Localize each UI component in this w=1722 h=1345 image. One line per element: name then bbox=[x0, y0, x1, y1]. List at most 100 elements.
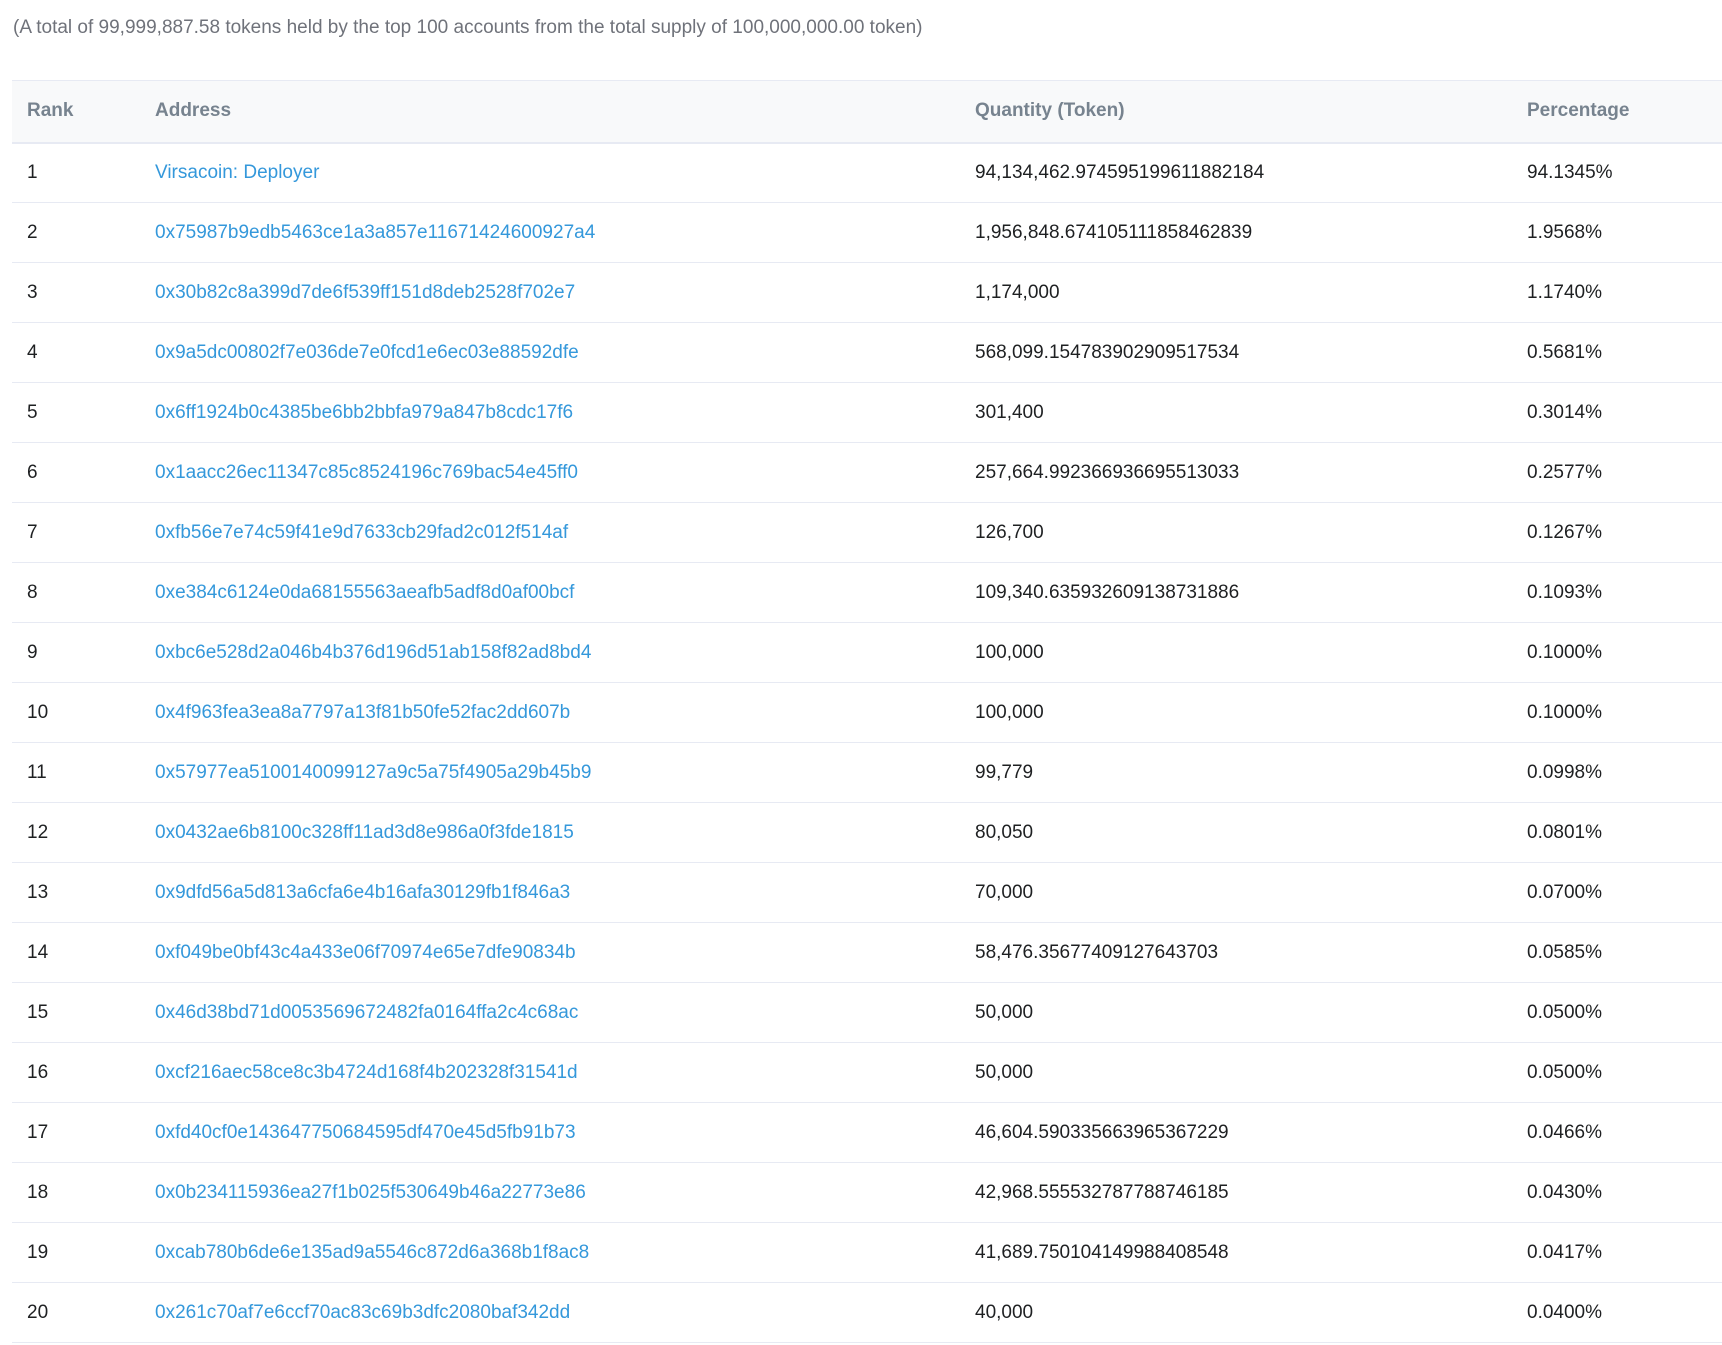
table-header: Rank Address Quantity (Token) Percentage bbox=[12, 80, 1722, 144]
holder-address-link[interactable]: 0x75987b9edb5463ce1a3a857e11671424600927… bbox=[155, 222, 595, 243]
table-row: 14 0xf049be0bf43c4a433e06f70974e65e7dfe90… bbox=[12, 922, 1722, 983]
percentage-cell: 0.0430% bbox=[1512, 1162, 1722, 1223]
quantity-cell: 100,000 bbox=[960, 682, 1512, 743]
address-cell: 0xe384c6124e0da68155563aeafb5adf8d0af00b… bbox=[140, 562, 960, 623]
address-cell: 0x57977ea5100140099127a9c5a75f4905a29b45… bbox=[140, 742, 960, 803]
percentage-cell: 0.0801% bbox=[1512, 802, 1722, 863]
holder-address-link[interactable]: 0x30b82c8a399d7de6f539ff151d8deb2528f702… bbox=[155, 282, 575, 303]
quantity-cell: 100,000 bbox=[960, 622, 1512, 683]
quantity-cell: 126,700 bbox=[960, 502, 1512, 563]
quantity-cell: 50,000 bbox=[960, 1042, 1512, 1103]
rank-column-header: Rank bbox=[12, 80, 140, 144]
percentage-cell: 0.0417% bbox=[1512, 1222, 1722, 1283]
holder-address-link[interactable]: 0x9a5dc00802f7e036de7e0fcd1e6ec03e88592d… bbox=[155, 342, 579, 363]
token-holders-table: Rank Address Quantity (Token) Percentage… bbox=[12, 80, 1722, 1343]
rank-cell: 18 bbox=[12, 1162, 140, 1223]
table-row: 4 0x9a5dc00802f7e036de7e0fcd1e6ec03e88592… bbox=[12, 322, 1722, 383]
holder-address-link[interactable]: 0xfd40cf0e143647750684595df470e45d5fb91b… bbox=[155, 1122, 576, 1143]
holder-address-link[interactable]: 0x6ff1924b0c4385be6bb2bbfa979a847b8cdc17… bbox=[155, 402, 573, 423]
quantity-cell: 109,340.635932609138731886 bbox=[960, 562, 1512, 623]
table-row: 5 0x6ff1924b0c4385be6bb2bbfa979a847b8cdc1… bbox=[12, 382, 1722, 443]
address-cell: Virsacoin: Deployer bbox=[140, 142, 960, 203]
table-row: 9 0xbc6e528d2a046b4b376d196d51ab158f82ad8… bbox=[12, 622, 1722, 683]
quantity-column-header: Quantity (Token) bbox=[960, 80, 1512, 144]
quantity-cell: 1,956,848.674105111858462839 bbox=[960, 202, 1512, 263]
table-body: 1 Virsacoin: Deployer 94,134,462.974595199… bbox=[12, 142, 1722, 1343]
holder-address-link[interactable]: Virsacoin: Deployer bbox=[155, 162, 319, 183]
address-cell: 0x46d38bd71d0053569672482fa0164ffa2c4c68… bbox=[140, 982, 960, 1043]
holder-address-link[interactable]: 0x0432ae6b8100c328ff11ad3d8e986a0f3fde18… bbox=[155, 822, 574, 843]
rank-cell: 9 bbox=[12, 622, 140, 683]
table-row: 6 0x1aacc26ec11347c85c8524196c769bac54e45… bbox=[12, 442, 1722, 503]
quantity-cell: 46,604.590335663965367229 bbox=[960, 1102, 1512, 1163]
holder-address-link[interactable]: 0xfb56e7e74c59f41e9d7633cb29fad2c012f514… bbox=[155, 522, 568, 543]
percentage-cell: 0.3014% bbox=[1512, 382, 1722, 443]
percentage-cell: 1.1740% bbox=[1512, 262, 1722, 323]
quantity-cell: 58,476.35677409127643703 bbox=[960, 922, 1512, 983]
address-column-header: Address bbox=[140, 80, 960, 144]
holder-address-link[interactable]: 0x0b234115936ea27f1b025f530649b46a22773e… bbox=[155, 1182, 586, 1203]
percentage-cell: 0.0400% bbox=[1512, 1282, 1722, 1343]
rank-cell: 20 bbox=[12, 1282, 140, 1343]
holder-address-link[interactable]: 0x261c70af7e6ccf70ac83c69b3dfc2080baf342… bbox=[155, 1302, 570, 1323]
table-row: 12 0x0432ae6b8100c328ff11ad3d8e986a0f3fde… bbox=[12, 802, 1722, 863]
table-row: 10 0x4f963fea3ea8a7797a13f81b50fe52fac2dd… bbox=[12, 682, 1722, 743]
rank-cell: 16 bbox=[12, 1042, 140, 1103]
address-cell: 0x6ff1924b0c4385be6bb2bbfa979a847b8cdc17… bbox=[140, 382, 960, 443]
quantity-cell: 80,050 bbox=[960, 802, 1512, 863]
address-cell: 0xcf216aec58ce8c3b4724d168f4b202328f3154… bbox=[140, 1042, 960, 1103]
table-row: 16 0xcf216aec58ce8c3b4724d168f4b202328f31… bbox=[12, 1042, 1722, 1103]
address-cell: 0xf049be0bf43c4a433e06f70974e65e7dfe9083… bbox=[140, 922, 960, 983]
address-cell: 0xbc6e528d2a046b4b376d196d51ab158f82ad8b… bbox=[140, 622, 960, 683]
address-cell: 0x0b234115936ea27f1b025f530649b46a22773e… bbox=[140, 1162, 960, 1223]
rank-cell: 3 bbox=[12, 262, 140, 323]
rank-cell: 14 bbox=[12, 922, 140, 983]
table-row: 7 0xfb56e7e74c59f41e9d7633cb29fad2c012f51… bbox=[12, 502, 1722, 563]
rank-cell: 15 bbox=[12, 982, 140, 1043]
rank-cell: 17 bbox=[12, 1102, 140, 1163]
rank-cell: 19 bbox=[12, 1222, 140, 1283]
holder-address-link[interactable]: 0xcab780b6de6e135ad9a5546c872d6a368b1f8a… bbox=[155, 1242, 589, 1263]
holder-address-link[interactable]: 0x46d38bd71d0053569672482fa0164ffa2c4c68… bbox=[155, 1002, 578, 1023]
holder-address-link[interactable]: 0x57977ea5100140099127a9c5a75f4905a29b45… bbox=[155, 762, 591, 783]
rank-cell: 11 bbox=[12, 742, 140, 803]
holder-address-link[interactable]: 0xbc6e528d2a046b4b376d196d51ab158f82ad8b… bbox=[155, 642, 591, 663]
address-cell: 0x9a5dc00802f7e036de7e0fcd1e6ec03e88592d… bbox=[140, 322, 960, 383]
address-cell: 0x4f963fea3ea8a7797a13f81b50fe52fac2dd60… bbox=[140, 682, 960, 743]
quantity-cell: 94,134,462.974595199611882184 bbox=[960, 142, 1512, 203]
address-cell: 0x1aacc26ec11347c85c8524196c769bac54e45f… bbox=[140, 442, 960, 503]
rank-cell: 4 bbox=[12, 322, 140, 383]
holder-address-link[interactable]: 0xe384c6124e0da68155563aeafb5adf8d0af00b… bbox=[155, 582, 574, 603]
percentage-cell: 0.1093% bbox=[1512, 562, 1722, 623]
percentage-cell: 0.1267% bbox=[1512, 502, 1722, 563]
quantity-cell: 42,968.555532787788746185 bbox=[960, 1162, 1512, 1223]
table-row: 8 0xe384c6124e0da68155563aeafb5adf8d0af00… bbox=[12, 562, 1722, 623]
rank-cell: 12 bbox=[12, 802, 140, 863]
holder-address-link[interactable]: 0xcf216aec58ce8c3b4724d168f4b202328f3154… bbox=[155, 1062, 578, 1083]
address-cell: 0x75987b9edb5463ce1a3a857e11671424600927… bbox=[140, 202, 960, 263]
percentage-column-header: Percentage bbox=[1512, 80, 1722, 144]
rank-cell: 1 bbox=[12, 142, 140, 203]
address-cell: 0x261c70af7e6ccf70ac83c69b3dfc2080baf342… bbox=[140, 1282, 960, 1343]
address-cell: 0x30b82c8a399d7de6f539ff151d8deb2528f702… bbox=[140, 262, 960, 323]
quantity-cell: 1,174,000 bbox=[960, 262, 1512, 323]
table-row: 17 0xfd40cf0e143647750684595df470e45d5fb9… bbox=[12, 1102, 1722, 1163]
quantity-cell: 41,689.750104149988408548 bbox=[960, 1222, 1512, 1283]
table-row: 11 0x57977ea5100140099127a9c5a75f4905a29b… bbox=[12, 742, 1722, 803]
table-row: 3 0x30b82c8a399d7de6f539ff151d8deb2528f70… bbox=[12, 262, 1722, 323]
address-cell: 0x9dfd56a5d813a6cfa6e4b16afa30129fb1f846… bbox=[140, 862, 960, 923]
quantity-cell: 257,664.992366936695513033 bbox=[960, 442, 1512, 503]
table-row: 18 0x0b234115936ea27f1b025f530649b46a2277… bbox=[12, 1162, 1722, 1223]
holder-address-link[interactable]: 0xf049be0bf43c4a433e06f70974e65e7dfe9083… bbox=[155, 942, 576, 963]
table-row: 1 Virsacoin: Deployer 94,134,462.974595199… bbox=[12, 142, 1722, 203]
holder-address-link[interactable]: 0x9dfd56a5d813a6cfa6e4b16afa30129fb1f846… bbox=[155, 882, 570, 903]
holder-address-link[interactable]: 0x4f963fea3ea8a7797a13f81b50fe52fac2dd60… bbox=[155, 702, 570, 723]
table-header-row: Rank Address Quantity (Token) Percentage bbox=[12, 80, 1722, 144]
quantity-cell: 301,400 bbox=[960, 382, 1512, 443]
table-row: 13 0x9dfd56a5d813a6cfa6e4b16afa30129fb1f8… bbox=[12, 862, 1722, 923]
quantity-cell: 568,099.154783902909517534 bbox=[960, 322, 1512, 383]
holder-address-link[interactable]: 0x1aacc26ec11347c85c8524196c769bac54e45f… bbox=[155, 462, 578, 483]
quantity-cell: 99,779 bbox=[960, 742, 1512, 803]
address-cell: 0xcab780b6de6e135ad9a5546c872d6a368b1f8a… bbox=[140, 1222, 960, 1283]
percentage-cell: 0.5681% bbox=[1512, 322, 1722, 383]
